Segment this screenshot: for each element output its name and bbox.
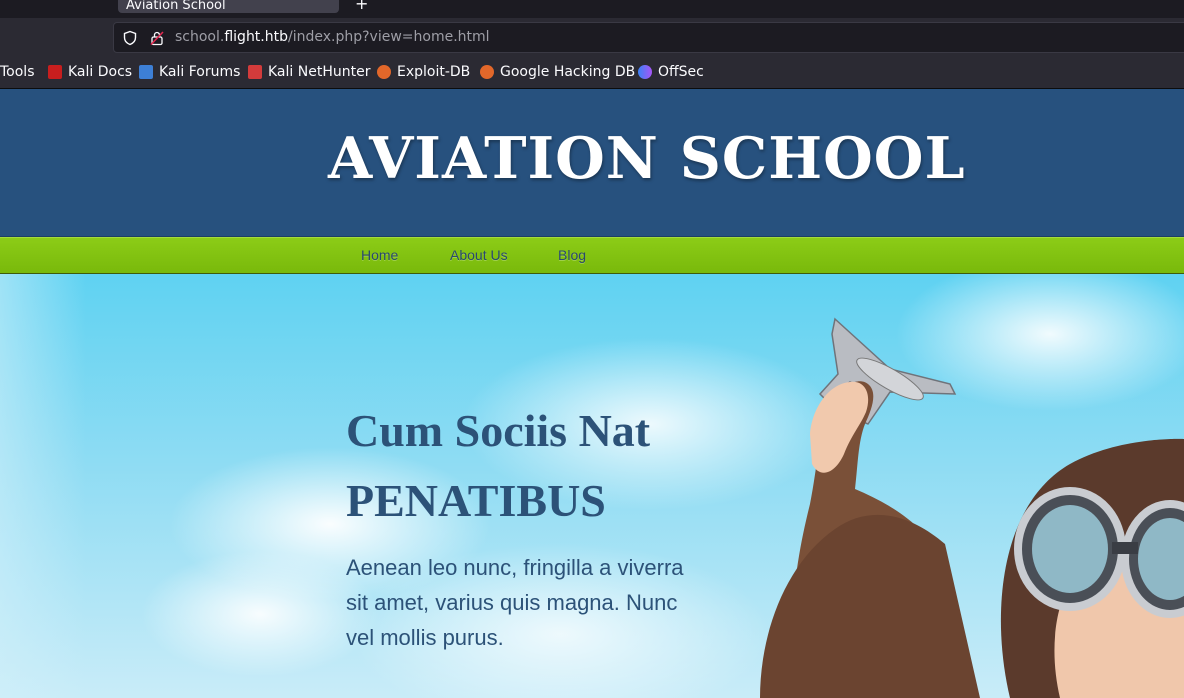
tab-strip: Aviation School + — [0, 0, 1184, 18]
kali-forums-icon — [139, 65, 153, 79]
tracking-protection-shield-icon[interactable] — [122, 30, 138, 46]
google-hacking-db-icon — [480, 65, 494, 79]
insecure-lock-icon[interactable] — [149, 30, 165, 46]
bookmark-kali-docs[interactable]: Kali Docs — [48, 64, 132, 80]
hero-text: Aenean leo nunc, fringilla a viverra sit… — [346, 555, 684, 650]
bookmark-kali-nethunter[interactable]: Kali NetHunter — [248, 64, 370, 80]
menu-item-blog[interactable]: Blog — [558, 247, 586, 263]
navigation-toolbar: school.flight.htb/index.php?view=home.ht… — [0, 18, 1184, 58]
bookmark-tools[interactable]: Tools — [0, 64, 35, 80]
bookmarks-toolbar: Tools Kali Docs Kali Forums Kali NetHunt… — [0, 58, 1184, 89]
menu-item-about-us[interactable]: About Us — [450, 247, 508, 263]
bookmark-label: Kali NetHunter — [268, 64, 371, 80]
bookmark-label: Kali Docs — [68, 64, 133, 80]
menu-item-home[interactable]: Home — [361, 247, 398, 263]
hero-heading-line1: Cum Sociis Nat — [346, 405, 651, 456]
tab-title: Aviation School — [126, 0, 226, 13]
hero-heading: Cum Sociis Nat PENATIBUS — [346, 396, 746, 536]
bookmark-google-hacking-db[interactable]: Google Hacking DB — [480, 64, 635, 80]
bookmark-label: Exploit-DB — [397, 64, 471, 80]
browser-tab[interactable]: Aviation School — [118, 0, 339, 13]
goggles-icon — [1014, 487, 1184, 618]
bookmark-label: Tools — [0, 64, 35, 80]
address-bar[interactable]: school.flight.htb/index.php?view=home.ht… — [113, 22, 1184, 53]
kali-docs-icon — [48, 65, 62, 79]
kali-nethunter-icon — [248, 65, 262, 79]
main-menu: Home About Us Blog — [0, 237, 1184, 274]
bookmark-label: OffSec — [658, 64, 704, 80]
site-title: AVIATION SCHOOL — [328, 125, 966, 192]
new-tab-button[interactable]: + — [355, 0, 368, 13]
web-page: AVIATION SCHOOL Home About Us Blog Cum S… — [0, 89, 1184, 698]
bookmark-label: Google Hacking DB — [500, 64, 636, 80]
url-path: /index.php?view=home.html — [288, 29, 490, 45]
bookmark-label: Kali Forums — [159, 64, 241, 80]
offsec-icon — [638, 65, 652, 79]
hero-image-boy-with-airplane — [760, 317, 1184, 698]
url-prefix: school. — [175, 29, 225, 45]
bookmark-offsec[interactable]: OffSec — [638, 64, 704, 80]
bookmark-kali-forums[interactable]: Kali Forums — [139, 64, 240, 80]
hero-banner: Cum Sociis Nat PENATIBUS Aenean leo nunc… — [0, 274, 1184, 698]
hero-edge-fade — [0, 274, 86, 698]
url-text[interactable]: school.flight.htb/index.php?view=home.ht… — [175, 29, 490, 45]
url-host: flight.htb — [224, 29, 288, 45]
site-header: AVIATION SCHOOL — [0, 89, 1184, 237]
bookmark-exploit-db[interactable]: Exploit-DB — [377, 64, 470, 80]
exploit-db-icon — [377, 65, 391, 79]
hero-heading-line2: PENATIBUS — [346, 475, 606, 526]
